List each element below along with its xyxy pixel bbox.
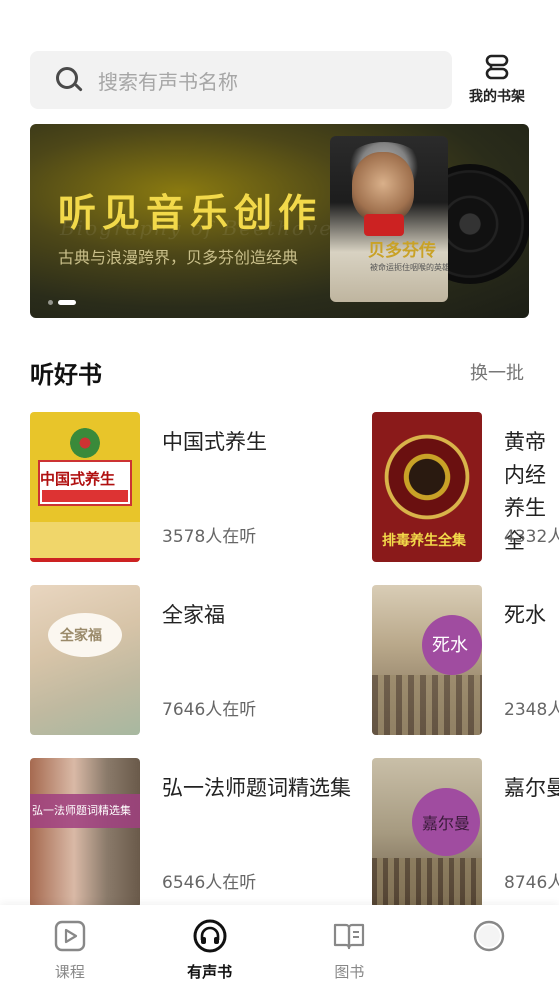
- profile-circle-icon: [473, 920, 505, 952]
- book-listeners: 4332人: [504, 527, 559, 547]
- book-listeners: 8746人: [504, 873, 559, 893]
- tab-books[interactable]: 图书: [280, 905, 420, 993]
- book-card[interactable]: 中国式养生 中国式养生 3578人在听: [30, 412, 370, 562]
- book-title[interactable]: 嘉尔曼: [504, 772, 559, 805]
- section-title: 听好书: [30, 360, 102, 389]
- tab-label: 图书: [334, 963, 365, 981]
- book-card[interactable]: 弘一法师题词精选集 弘一法师题词精选集 6546人在听: [30, 758, 370, 908]
- promo-banner[interactable]: Biography of Beethoven 听见音乐创作 古典与浪漫跨界，贝多…: [30, 124, 529, 318]
- pagination-dot[interactable]: [48, 300, 53, 305]
- album-subtitle: 被命运扼住咽喉的英雄: [370, 263, 448, 272]
- book-title[interactable]: 弘一法师题词精选集: [162, 772, 352, 805]
- book-listeners: 3578人在听: [162, 527, 257, 547]
- book-card[interactable]: 排毒养生全集 黄帝内经养生全 4332人: [372, 412, 559, 562]
- tab-courses[interactable]: 课程: [0, 905, 140, 993]
- cover-title: 中国式养生: [40, 470, 116, 488]
- book-listeners: 6546人在听: [162, 873, 257, 893]
- book-card[interactable]: 全家福 全家福 7646人在听: [30, 585, 370, 735]
- refresh-batch-button[interactable]: 换一批: [470, 359, 524, 385]
- cover-title: 弘一法师题词精选集: [32, 804, 131, 817]
- play-video-icon: [54, 920, 86, 952]
- cover-title: 排毒养生全集: [382, 533, 466, 549]
- book-cover[interactable]: 中国式养生: [30, 412, 140, 562]
- banner-pagination: [48, 300, 76, 305]
- search-bar[interactable]: 搜索有声书名称: [30, 51, 452, 109]
- book-cover[interactable]: 排毒养生全集: [372, 412, 482, 562]
- banner-subtitle: 古典与浪漫跨界，贝多芬创造经典: [58, 248, 299, 267]
- book-title[interactable]: 中国式养生: [162, 426, 362, 459]
- book-listeners: 7646人在听: [162, 700, 257, 720]
- tab-audiobooks[interactable]: 有声书: [140, 905, 280, 993]
- book-card[interactable]: 死水 死水 2348人: [372, 585, 559, 735]
- banner-title: 听见音乐创作: [58, 191, 323, 235]
- headphones-icon: [193, 919, 227, 953]
- album-title: 贝多芬传: [368, 241, 436, 261]
- tab-label: 课程: [54, 963, 85, 981]
- bottom-tab-bar: 课程 有声书 图书: [0, 905, 559, 993]
- book-cover[interactable]: 弘一法师题词精选集: [30, 758, 140, 908]
- cover-title: 死水: [432, 635, 468, 656]
- open-book-icon: [334, 923, 365, 950]
- book-cover[interactable]: 嘉尔曼: [372, 758, 482, 908]
- book-title[interactable]: 全家福: [162, 599, 362, 632]
- book-cover[interactable]: 死水: [372, 585, 482, 735]
- book-title[interactable]: 死水: [504, 599, 559, 632]
- bookshelf-button[interactable]: 我的书架: [462, 52, 532, 110]
- book-card[interactable]: 嘉尔曼 嘉尔曼 8746人: [372, 758, 559, 908]
- book-listeners: 2348人: [504, 700, 559, 720]
- album-cover-image: 贝多芬传 被命运扼住咽喉的英雄: [330, 136, 448, 302]
- tab-label: 有声书: [187, 963, 233, 981]
- search-input[interactable]: 搜索有声书名称: [98, 66, 238, 95]
- cover-title: 全家福: [60, 628, 102, 644]
- bookshelf-label: 我的书架: [469, 89, 525, 105]
- tab-profile[interactable]: [419, 905, 559, 993]
- pagination-dot-active[interactable]: [58, 300, 76, 305]
- search-icon: [54, 65, 84, 95]
- book-cover[interactable]: 全家福: [30, 585, 140, 735]
- cover-title: 嘉尔曼: [422, 814, 471, 833]
- bookshelf-icon: [485, 54, 509, 80]
